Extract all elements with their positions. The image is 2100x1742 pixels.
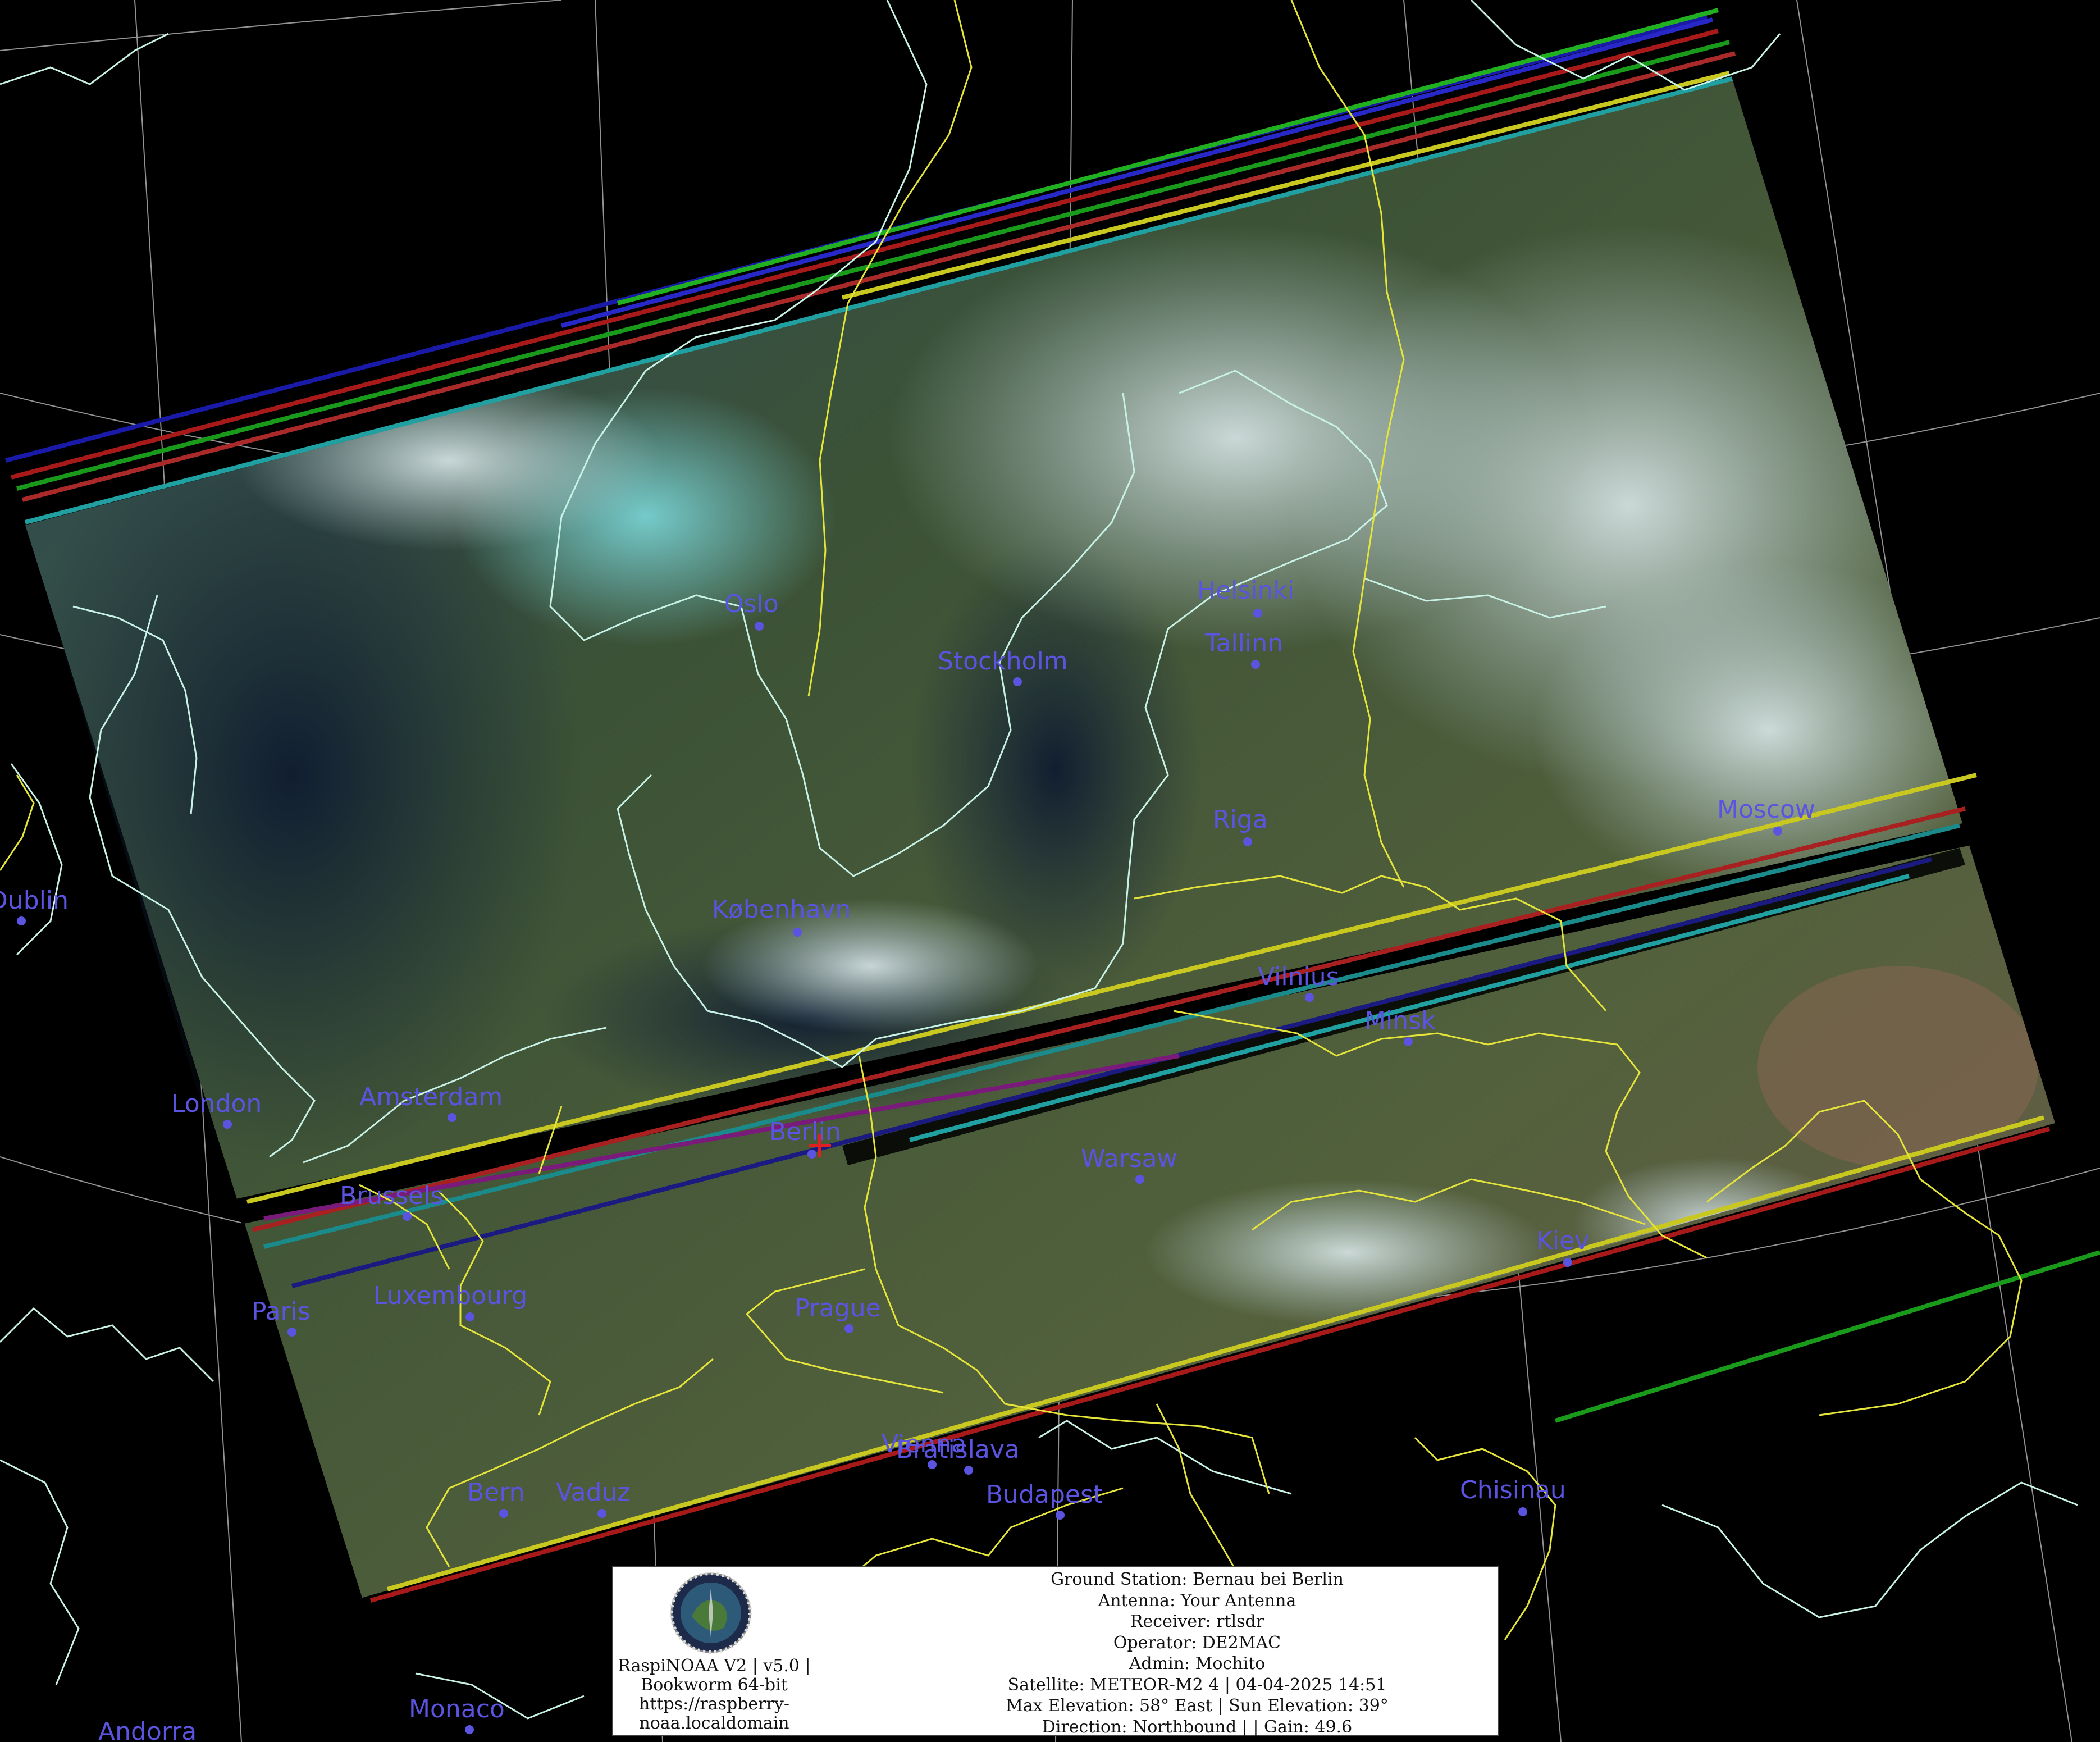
svg-text:Paris: Paris xyxy=(252,1297,311,1326)
svg-text:Brussels: Brussels xyxy=(340,1182,443,1210)
host-url-2: noaa.localdomain xyxy=(639,1713,789,1733)
receiver: Receiver: rtlsdr xyxy=(1130,1612,1264,1631)
ground-station: Ground Station: Bernau bei Berlin xyxy=(1051,1570,1344,1589)
svg-text:Minsk: Minsk xyxy=(1364,1006,1436,1035)
svg-text:København: København xyxy=(712,895,851,924)
raspinoaa-logo xyxy=(670,1572,752,1654)
svg-text:Berlin: Berlin xyxy=(769,1118,841,1146)
pass-info-panel: RaspiNOAA V2 | v5.0 | Bookworm 64-bit ht… xyxy=(612,1566,1500,1738)
city-andorra: Andorra xyxy=(98,1717,197,1742)
svg-text:Stockholm: Stockholm xyxy=(938,647,1068,676)
svg-text:Riga: Riga xyxy=(1213,805,1268,834)
svg-text:Moscow: Moscow xyxy=(1717,795,1815,824)
svg-text:London: London xyxy=(171,1089,262,1118)
svg-text:Vaduz: Vaduz xyxy=(556,1478,631,1507)
svg-text:Helsinki: Helsinki xyxy=(1197,576,1294,605)
svg-text:Monaco: Monaco xyxy=(409,1695,505,1723)
software-version: RaspiNOAA V2 | v5.0 | xyxy=(618,1656,811,1676)
svg-text:Budapest: Budapest xyxy=(986,1480,1103,1509)
svg-text:Tallinn: Tallinn xyxy=(1204,629,1283,658)
city-monaco: Monaco xyxy=(409,1695,505,1734)
operator: Operator: DE2MAC xyxy=(1113,1632,1281,1653)
svg-text:Andorra: Andorra xyxy=(98,1717,197,1742)
software-info: RaspiNOAA V2 | v5.0 | Bookworm 64-bit ht… xyxy=(613,1657,815,1733)
satellite-swath xyxy=(25,79,2055,1598)
svg-text:Oslo: Oslo xyxy=(724,590,779,618)
svg-text:Bratislava: Bratislava xyxy=(896,1435,1020,1464)
antenna: Antenna: Your Antenna xyxy=(1098,1590,1296,1611)
city-dublin: Dublin xyxy=(0,886,69,925)
direction: Direction: Northbound | | Gain: 49.6 xyxy=(1042,1717,1353,1737)
os-name: Bookworm 64-bit xyxy=(641,1675,788,1695)
host-url-1: https://raspberry- xyxy=(639,1694,789,1714)
svg-text:Chisinau: Chisinau xyxy=(1460,1476,1566,1504)
station-info: Ground Station: Bernau bei Berlin Antenn… xyxy=(894,1569,1500,1738)
svg-text:Prague: Prague xyxy=(795,1294,881,1323)
elevation: Max Elevation: 58° East | Sun Elevation:… xyxy=(1006,1696,1389,1716)
svg-text:Dublin: Dublin xyxy=(0,886,69,915)
satellite: Satellite: METEOR-M2 4 | 04-04-2025 14:5… xyxy=(1007,1675,1387,1695)
svg-text:Luxembourg: Luxembourg xyxy=(373,1282,527,1310)
svg-text:Warsaw: Warsaw xyxy=(1081,1144,1177,1173)
svg-text:Amsterdam: Amsterdam xyxy=(359,1083,503,1111)
svg-text:Bern: Bern xyxy=(467,1478,524,1507)
satellite-map: Oslo Stockholm Helsinki Tallinn Riga Mos… xyxy=(0,0,2100,1742)
city-chisinau: Chisinau xyxy=(1460,1476,1566,1516)
svg-text:Vilnius: Vilnius xyxy=(1258,963,1339,991)
svg-text:Kiev: Kiev xyxy=(1536,1226,1589,1255)
city-bratislava: Bratislava xyxy=(896,1435,1020,1475)
admin: Admin: Mochito xyxy=(1129,1654,1266,1673)
